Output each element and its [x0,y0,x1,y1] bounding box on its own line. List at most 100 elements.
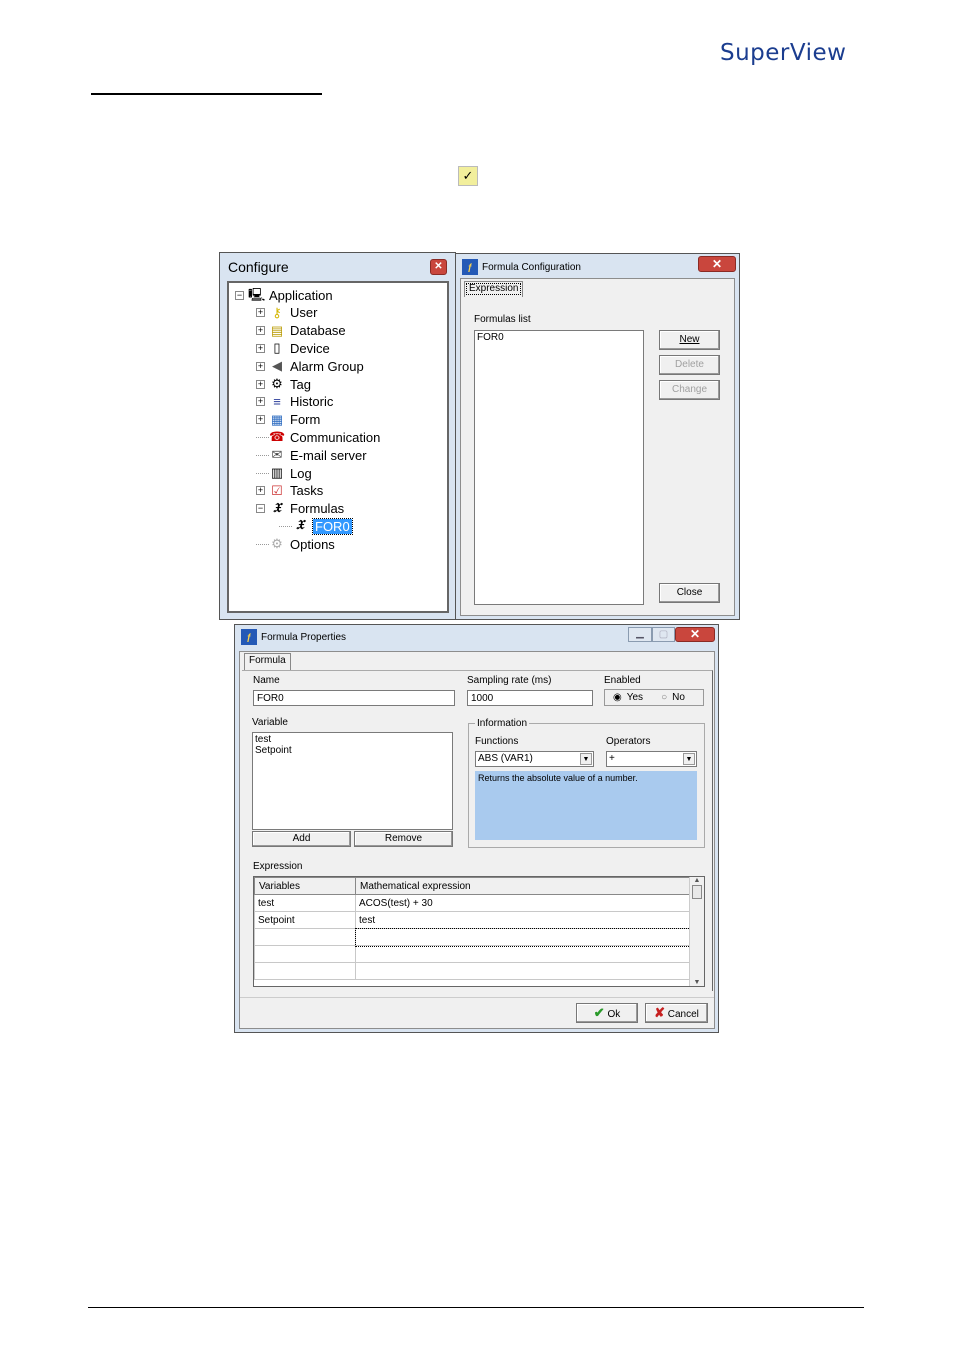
formula-config-title: Formula Configuration [482,261,581,273]
grid-cell-variable[interactable] [254,945,356,963]
table-row[interactable] [254,962,692,980]
expand-icon[interactable]: + [256,397,265,407]
tree-item-tag[interactable]: + ⚙ Tag [256,375,311,393]
scroll-thumb[interactable] [692,885,702,899]
historic-icon: ≡ [273,393,281,409]
formula-props-close-x[interactable]: ✕ [675,627,715,642]
tree-item-communication[interactable]: ☎ Communication [256,428,380,446]
tab-expression[interactable]: Expression [464,281,524,297]
tree-item-historic[interactable]: + ≡ Historic [256,393,333,411]
formula-app-icon: ƒ [462,259,478,275]
change-button[interactable]: Change [659,380,720,400]
tree-item-log[interactable]: ▥ Log [256,464,312,482]
functions-select[interactable]: ABS (VAR1) ▼ [475,751,594,767]
maximize-button[interactable]: ▢ [652,627,675,642]
expand-icon[interactable]: + [256,415,265,425]
tree-item-form[interactable]: + ▦ Form [256,411,320,429]
add-variable-button[interactable]: Add [252,831,351,847]
chevron-down-icon[interactable]: ▼ [683,753,695,765]
variable-list-item[interactable]: test [255,734,450,745]
remove-variable-button[interactable]: Remove [354,831,453,847]
formula-icon: 𝔛 [273,500,281,516]
tree-item-application[interactable]: − 🖳 Application [235,286,333,304]
tree-connector [256,472,269,474]
table-row[interactable] [254,945,692,963]
table-row[interactable]: test ACOS(test) + 30 [254,894,692,912]
grid-cell-expression[interactable] [355,962,692,980]
table-row[interactable] [254,927,693,947]
envelope-icon: ✉ [271,447,283,463]
grid-cell-expression[interactable]: test [355,911,692,929]
tree-item-formulas[interactable]: − 𝔛 Formulas [256,500,344,518]
grid-cell-variable[interactable]: Setpoint [254,911,356,929]
expand-icon[interactable]: + [256,326,265,336]
tab-formula[interactable]: Formula [244,653,291,670]
tree-item-label: Application [269,287,333,303]
formulas-list-item[interactable]: FOR0 [477,332,641,343]
tree-item-options[interactable]: ⚙ Options [256,535,335,553]
enabled-yes-radio[interactable]: ◉ [613,692,622,703]
collapse-icon[interactable]: − [256,504,265,514]
grid-column-header[interactable]: Variables [254,877,356,895]
grid-cell-expression[interactable]: ACOS(test) + 30 [355,894,692,912]
variable-label: Variable [252,717,288,728]
minimize-button[interactable]: ▁ [628,627,652,642]
configure-close-button[interactable]: ✕ [430,259,447,275]
sampling-rate-input[interactable]: 1000 [467,690,593,706]
tree-item-alarm-group[interactable]: + ◀ Alarm Group [256,357,364,375]
expand-icon[interactable]: + [256,361,265,371]
grid-cell-variable[interactable] [254,928,356,946]
operators-select[interactable]: + ▼ [606,751,697,767]
delete-button[interactable]: Delete [659,355,720,375]
formula-props-client: Formula Name FOR0 Sampling rate (ms) 100… [239,651,715,1029]
configure-titlebar: Configure [220,253,455,281]
enabled-no-radio[interactable]: ○ [661,692,667,703]
grid-cell-variable[interactable]: test [254,894,356,912]
expand-icon[interactable]: + [256,486,265,496]
grid-cell-variable[interactable] [254,962,356,980]
expand-icon[interactable]: + [256,379,265,389]
expand-icon[interactable]: + [256,308,265,318]
grid-cell-expression[interactable] [355,945,692,963]
variable-list[interactable]: test Setpoint [252,732,453,830]
operators-value: + [609,753,615,764]
grid-column-header[interactable]: Mathematical expression [355,877,692,895]
name-label: Name [253,675,280,686]
tree-item-label: Alarm Group [290,358,364,374]
ok-button[interactable]: ✔ Ok [576,1003,638,1023]
close-button[interactable]: Close [659,583,720,603]
grid-scrollbar[interactable]: ▲ ▼ [689,877,704,986]
tree-item-tasks[interactable]: + ☑ Tasks [256,482,323,500]
functions-value: ABS (VAR1) [478,753,533,764]
tree-item-user[interactable]: + ⚷ User [256,304,317,322]
tree-item-e-mail-server[interactable]: ✉ E-mail server [256,446,367,464]
variable-list-item[interactable]: Setpoint [255,745,450,756]
collapse-icon[interactable]: − [235,290,244,300]
expression-grid: Variables Mathematical expression test ACOS… [253,876,705,987]
table-row[interactable]: Setpoint test [254,911,692,929]
checkmark-icon: ✔ [593,1005,605,1020]
grid-cell-expression[interactable] [354,927,693,947]
scroll-down-icon[interactable]: ▼ [690,979,704,986]
tree-item-device[interactable]: + ▯ Device [256,339,330,357]
new-button[interactable]: New [659,330,720,350]
cancel-button[interactable]: ✘ Cancel [645,1003,708,1023]
chevron-down-icon[interactable]: ▼ [580,753,592,765]
cancel-label: Cancel [667,1009,699,1020]
formula-config-client: Expression Formulas list FOR0 New Delete… [460,278,735,616]
tree-item-label: Tag [290,376,311,392]
function-description: Returns the absolute value of a number. [475,771,697,840]
sampling-rate-label: Sampling rate (ms) [467,675,552,686]
tree-connector [279,525,292,527]
expand-icon[interactable]: + [256,343,265,353]
formulas-list[interactable]: FOR0 [474,330,644,605]
tree-item-database[interactable]: + ▤ Database [256,322,346,340]
scroll-up-icon[interactable]: ▲ [690,877,704,884]
tree-item-label: E-mail server [290,447,367,463]
configure-title: Configure [228,259,289,275]
formula-config-close-x[interactable]: ✕ [698,256,736,272]
heading-underline [91,93,322,95]
name-input[interactable]: FOR0 [253,690,455,706]
formula-properties-window: ƒ Formula Properties ▁ ▢ ✕ Formula Name … [234,624,719,1033]
tree-item-for0[interactable]: 𝔛 FOR0 [279,517,353,535]
